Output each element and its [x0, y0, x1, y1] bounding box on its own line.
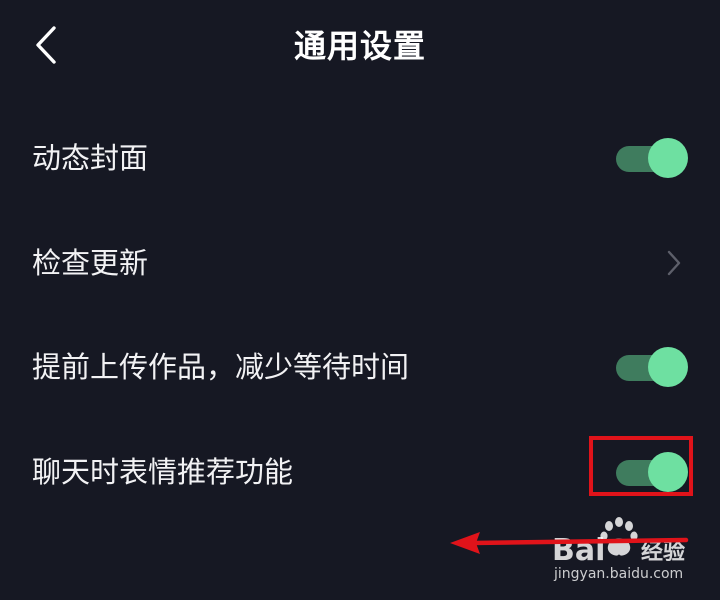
annotation-highlight-box — [589, 436, 693, 496]
setting-row-pre-upload: 提前上传作品，减少等待时间 — [0, 315, 720, 419]
setting-label-emoji-recommend: 聊天时表情推荐功能 — [32, 455, 294, 489]
setting-label-pre-upload: 提前上传作品，减少等待时间 — [32, 350, 410, 384]
pre-upload-toggle[interactable] — [616, 347, 688, 387]
setting-row-dynamic-cover: 动态封面 — [0, 106, 720, 210]
toggle-knob — [648, 347, 688, 387]
check-update-chevron[interactable] — [664, 248, 684, 278]
setting-label-dynamic-cover: 动态封面 — [32, 141, 149, 175]
watermark-caption: jingyan.baidu.com — [554, 566, 684, 582]
page-title: 通用设置 — [293, 27, 426, 65]
toggle-knob — [648, 138, 688, 178]
annotation-arrow-left — [450, 532, 689, 554]
chevron-right-icon — [667, 250, 681, 276]
setting-row-check-update[interactable]: 检查更新 — [0, 211, 720, 315]
header-bar: 通用设置 — [0, 0, 720, 92]
dynamic-cover-toggle[interactable] — [616, 138, 688, 178]
setting-label-check-update: 检查更新 — [32, 246, 149, 280]
